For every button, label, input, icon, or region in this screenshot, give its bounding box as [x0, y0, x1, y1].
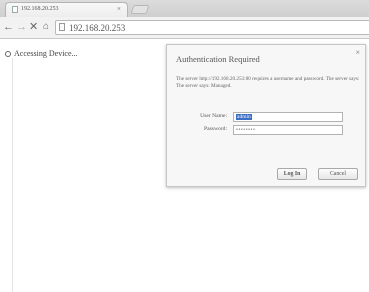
address-url[interactable]: 192.168.20.253	[69, 22, 125, 34]
tab-strip: 192.168.20.253 ×	[0, 0, 369, 17]
new-tab-button[interactable]	[130, 5, 150, 14]
loading-status: Accessing Device...	[5, 49, 78, 58]
login-button[interactable]: Log In	[277, 168, 307, 180]
auth-dialog: Authentication Required × The server htt…	[166, 44, 366, 187]
back-arrow-icon[interactable]: ←	[3, 20, 14, 34]
stop-icon[interactable]: ✕	[29, 20, 38, 34]
username-field[interactable]: admin	[233, 112, 343, 122]
home-icon[interactable]: ⌂	[43, 20, 49, 34]
tab-title: 192.168.20.253	[21, 6, 59, 12]
status-text: Accessing Device...	[14, 49, 78, 58]
cancel-button[interactable]: Cancel	[318, 168, 358, 180]
dialog-message: The server http://192.168.20.253:80 requ…	[176, 76, 360, 89]
browser-tab[interactable]: 192.168.20.253 ×	[5, 2, 128, 17]
forward-arrow-icon[interactable]: →	[16, 20, 27, 34]
username-label: User Name:	[200, 113, 227, 119]
page-icon	[59, 23, 65, 31]
page-icon	[12, 6, 18, 13]
username-value[interactable]: admin	[236, 114, 252, 120]
address-bar[interactable]: 192.168.20.253	[55, 20, 369, 35]
divider	[12, 58, 13, 292]
close-tab-icon[interactable]: ×	[117, 3, 121, 16]
loading-spinner-icon	[5, 51, 11, 57]
password-label: Password:	[204, 126, 227, 132]
dialog-title: Authentication Required	[176, 54, 260, 64]
browser-toolbar: ← → ✕ ⌂ 192.168.20.253	[0, 17, 369, 39]
close-icon[interactable]: ×	[355, 48, 360, 58]
password-field[interactable]: ••••••••	[233, 125, 343, 135]
